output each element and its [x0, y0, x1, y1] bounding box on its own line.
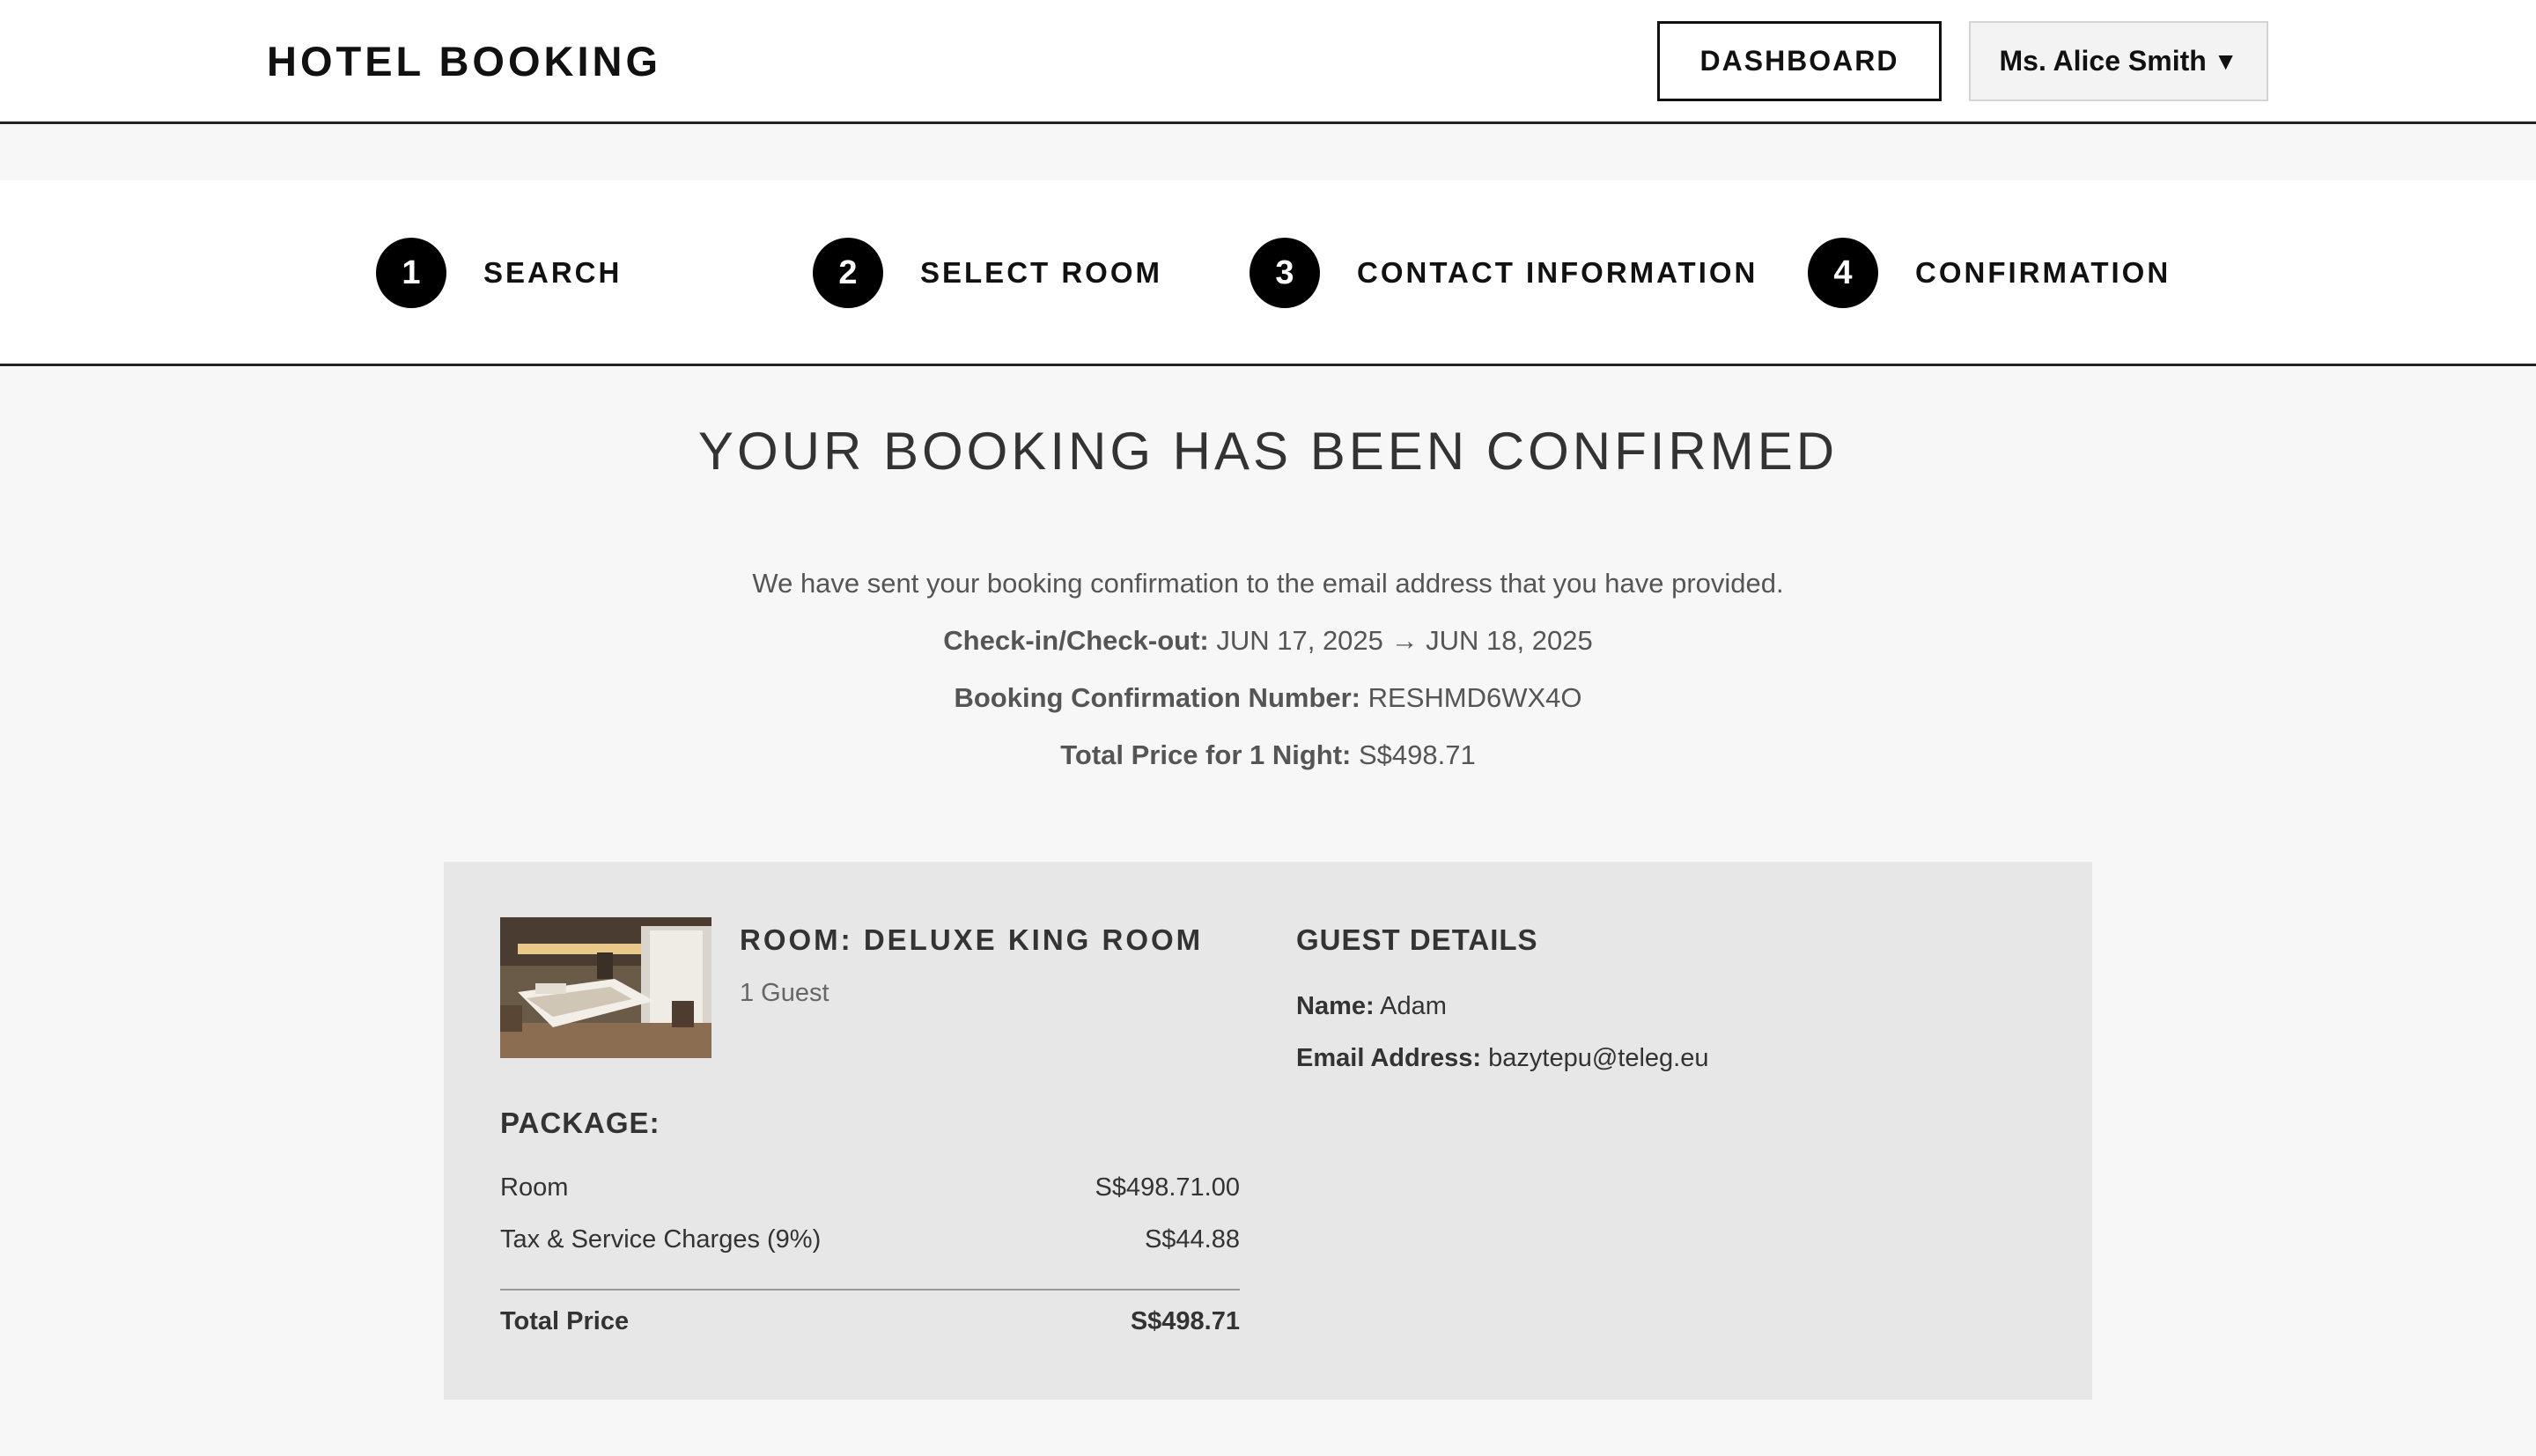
package-divider — [500, 1289, 1240, 1291]
checkin-label: Check-in/Check-out: — [943, 625, 1209, 656]
confirmation-title: YOUR BOOKING HAS BEEN CONFIRMED — [697, 422, 1839, 481]
package-heading: PACKAGE: — [500, 1107, 660, 1139]
step-label: SELECT ROOM — [920, 256, 1163, 289]
step-number: 1 — [376, 238, 446, 308]
step-contact-information[interactable]: 3 CONTACT INFORMATION — [1250, 238, 1758, 308]
top-navbar: HOTEL BOOKING DASHBOARD Ms. Alice Smith … — [0, 0, 2536, 124]
package-row-tax: Tax & Service Charges (9%) S$44.88 — [500, 1225, 1240, 1254]
user-menu-button[interactable]: Ms. Alice Smith ▼ — [1969, 21, 2268, 101]
package-row-label: Room — [500, 1173, 569, 1202]
checkin-checkout-line: Check-in/Check-out: JUN 17, 2025 → JUN 1… — [0, 625, 2536, 657]
caret-down-icon: ▼ — [2213, 47, 2238, 75]
room-title: ROOM: DELUXE KING ROOM — [740, 923, 1204, 956]
package-total-row: Total Price S$498.71 — [500, 1307, 1240, 1336]
guest-email-label: Email Address: — [1296, 1044, 1482, 1072]
room-photo — [500, 917, 711, 1058]
checkin-value: JUN 17, 2025 → JUN 18, 2025 — [1216, 625, 1593, 656]
booking-details-card: ROOM: DELUXE KING ROOM 1 Guest GUEST DET… — [444, 862, 2092, 1400]
package-row-value: S$498.71.00 — [1095, 1173, 1240, 1202]
booking-steps: 1 SEARCH 2 SELECT ROOM 3 CONTACT INFORMA… — [0, 180, 2536, 366]
guest-name-label: Name: — [1296, 992, 1375, 1020]
total-price-label: Total Price for 1 Night: — [1060, 739, 1352, 770]
confirmation-number-value: RESHMD6WX4O — [1368, 682, 1582, 713]
total-price-line: Total Price for 1 Night: S$498.71 — [0, 739, 2536, 771]
package-row-label: Tax & Service Charges (9%) — [500, 1225, 822, 1254]
package-row-value: S$44.88 — [1144, 1225, 1240, 1254]
guest-email-line: Email Address: bazytepu@teleg.eu — [1296, 1044, 1708, 1073]
step-select-room[interactable]: 2 SELECT ROOM — [813, 238, 1162, 308]
guest-details-heading: GUEST DETAILS — [1296, 923, 1538, 956]
step-label: CONTACT INFORMATION — [1357, 256, 1758, 289]
dashboard-button[interactable]: DASHBOARD — [1657, 21, 1942, 101]
package-total-label: Total Price — [500, 1307, 630, 1335]
step-number: 3 — [1250, 238, 1320, 308]
guest-name-value: Adam — [1380, 992, 1447, 1020]
guest-email-value: bazytepu@teleg.eu — [1488, 1044, 1709, 1072]
brand-title[interactable]: HOTEL BOOKING — [267, 37, 661, 85]
guest-name-line: Name: Adam — [1296, 992, 1447, 1021]
total-price-value: S$498.71 — [1359, 739, 1476, 770]
step-confirmation[interactable]: 4 CONFIRMATION — [1808, 238, 2171, 308]
step-number: 2 — [813, 238, 883, 308]
room-guest-count: 1 Guest — [740, 979, 829, 1007]
package-total-value: S$498.71 — [1130, 1307, 1240, 1335]
step-label: CONFIRMATION — [1915, 256, 2171, 289]
confirmation-number-label: Booking Confirmation Number: — [954, 682, 1361, 713]
confirmation-message: We have sent your booking confirmation t… — [752, 568, 1784, 599]
step-label: SEARCH — [483, 256, 623, 289]
package-row-room: Room S$498.71.00 — [500, 1173, 1240, 1202]
confirmation-number-line: Booking Confirmation Number: RESHMD6WX4O — [0, 682, 2536, 714]
user-name: Ms. Alice Smith — [1999, 45, 2207, 77]
step-number: 4 — [1808, 238, 1878, 308]
step-search[interactable]: 1 SEARCH — [376, 238, 622, 308]
